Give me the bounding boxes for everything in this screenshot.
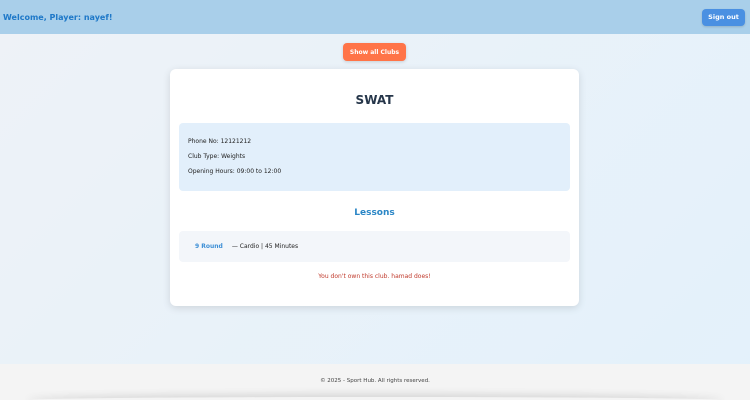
page-footer: © 2025 - Sport Hub. All rights reserved. [0, 364, 750, 400]
club-type: Club Type: Weights [188, 153, 246, 160]
lesson-detail: — Cardio | 45 Minutes [231, 243, 299, 250]
club-phone: Phone No: 12121212 [188, 138, 252, 145]
sign-out-button[interactable]: Sign out [702, 8, 745, 26]
welcome-message: Welcome, Player: nayef! [3, 12, 113, 22]
lessons-heading: Lessons [354, 208, 395, 218]
lesson-item: 9 Round — Cardio | 45 Minutes [179, 231, 570, 262]
club-name: SWAT [355, 93, 394, 107]
footer-copyright: © 2025 - Sport Hub. All rights reserved. [320, 378, 430, 384]
top-navbar: Welcome, Player: nayef! Sign out [0, 0, 750, 34]
club-detail-card: SWAT Phone No: 12121212 Club Type: Weigh… [170, 69, 579, 306]
lesson-name: 9 Round [195, 243, 223, 250]
club-opening-hours: Opening Hours: 09:00 to 12:00 [188, 168, 282, 175]
show-all-clubs-button[interactable]: Show all Clubs [343, 43, 406, 61]
ownership-message: You don't own this club. hamad does! [318, 273, 431, 280]
club-info-box: Phone No: 12121212 Club Type: Weights Op… [179, 123, 570, 191]
